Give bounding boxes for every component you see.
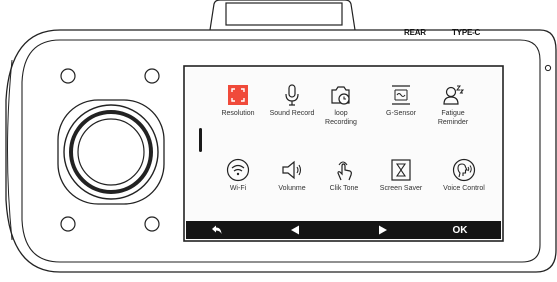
menu-item-screen-saver[interactable]: Screen Saver	[372, 158, 430, 194]
menu-item-volume[interactable]: Volunme	[263, 158, 321, 194]
right-button[interactable]	[363, 221, 403, 239]
softkey-bar: OK	[186, 221, 501, 239]
fatigue-reminder-icon	[443, 85, 465, 105]
left-button[interactable]	[275, 221, 315, 239]
menu-item-label: G-Sensor	[386, 110, 416, 117]
resolution-icon	[228, 85, 248, 105]
voice-control-icon	[452, 158, 476, 182]
menu-item-click-tone[interactable]: Clik Tone	[315, 158, 373, 194]
tap-finger-icon	[337, 161, 352, 181]
left-triangle-icon	[291, 225, 299, 235]
ok-label: OK	[452, 224, 468, 236]
loop-recording-icon	[331, 86, 350, 105]
menu-item-g-sensor[interactable]: G-Sensor	[372, 83, 430, 119]
menu-item-label: Voice Control	[443, 185, 485, 192]
menu-item-loop-recording[interactable]: loop Recording	[312, 83, 370, 127]
menu-item-wi-fi[interactable]: Wi-Fi	[209, 158, 267, 194]
menu-item-resolution[interactable]: Resolution	[209, 83, 267, 119]
menu-item-voice-control[interactable]: Voice Control	[435, 158, 493, 194]
menu-item-label: loop Recording	[325, 110, 357, 126]
type-c-port-label: TYPE-C	[452, 28, 481, 37]
menu-item-label: Volunme	[278, 185, 306, 192]
hourglass-icon	[391, 159, 411, 181]
menu-item-label: Wi-Fi	[229, 185, 247, 192]
menu-item-label: Fatigue Reminder	[437, 110, 469, 126]
ok-button[interactable]: OK	[440, 221, 480, 239]
back-arrow-icon	[212, 225, 222, 234]
microphone-icon	[285, 84, 299, 106]
rear-port-label: REAR	[404, 28, 426, 37]
menu-screen: Resolution Sound Record loop Recording G…	[186, 68, 501, 239]
menu-item-label: Screen Saver	[379, 185, 423, 192]
menu-item-label: Resolution	[221, 110, 255, 117]
right-triangle-icon	[379, 225, 387, 235]
menu-item-label: Clik Tone	[329, 185, 359, 192]
back-button[interactable]	[197, 221, 237, 239]
speaker-icon	[282, 160, 302, 180]
g-sensor-icon	[392, 85, 410, 105]
wifi-icon	[226, 158, 250, 182]
scroll-indicator[interactable]	[199, 128, 202, 152]
mount-bracket-inner	[225, 2, 343, 26]
menu-item-fatigue-reminder[interactable]: Fatigue Reminder	[424, 83, 482, 127]
